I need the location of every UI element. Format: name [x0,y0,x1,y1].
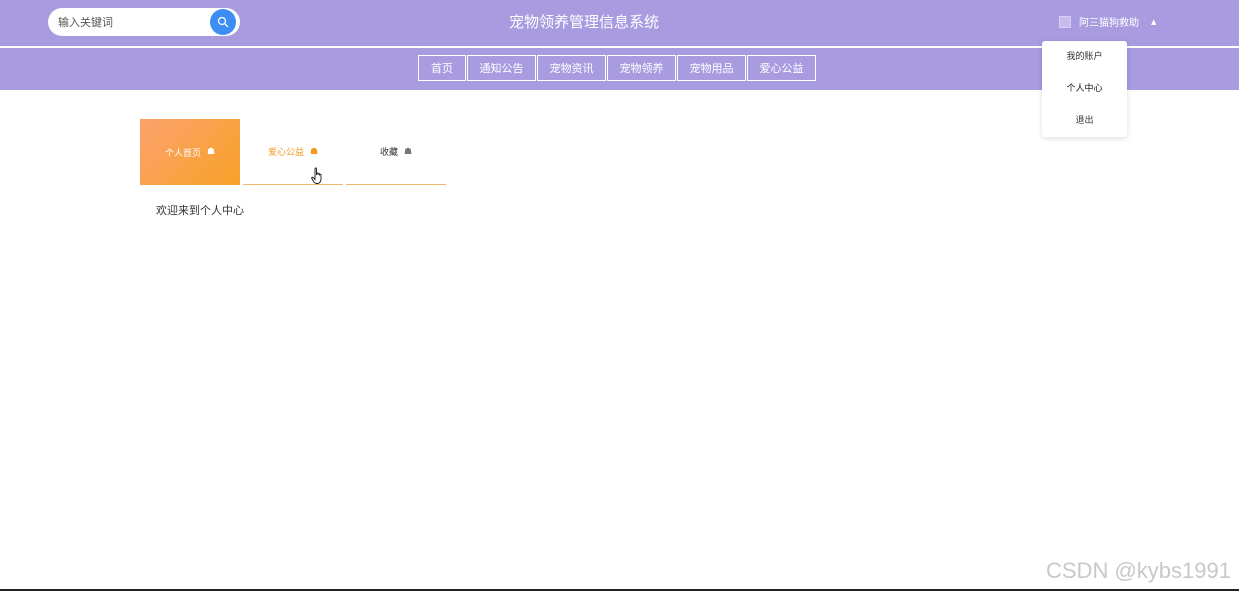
user-dropdown: 我的账户 个人中心 退出 [1042,41,1127,137]
site-title: 宠物领养管理信息系统 [508,13,659,31]
tab-label: 个人首页 [164,148,201,159]
home-icon: ☗ [206,147,216,157]
nav-item-home[interactable]: 首页 [418,55,466,81]
user-name[interactable]: 阿三猫狗救助 [1079,14,1139,29]
home-icon: ☗ [403,146,413,157]
dropdown-item-my-account[interactable]: 我的账户 [1042,41,1127,73]
dropdown-item-logout[interactable]: 退出 [1042,105,1127,137]
nav-item-pet-supplies[interactable]: 宠物用品 [677,55,746,81]
chevron-up-icon[interactable]: ▲ [1151,18,1156,26]
nav-item-charity[interactable]: 爱心公益 [747,55,816,81]
tab-favorites[interactable]: 收藏 ☗ [346,119,446,185]
profile-tabs: 个人首页 ☗ 爱心公益 ☗ 收藏 ☗ [140,119,449,185]
welcome-message: 欢迎来到个人中心 [156,204,244,217]
user-menu[interactable]: 阿三猫狗救助 ▲ [1059,14,1156,29]
home-icon: ☗ [309,146,319,157]
nav-menu: 首页 通知公告 宠物资讯 宠物领养 宠物用品 爱心公益 [418,55,817,81]
nav-item-pet-news[interactable]: 宠物资讯 [537,55,606,81]
watermark: CSDN @kybs1991 [1046,558,1231,583]
tab-label: 爱心公益 [267,148,304,158]
nav-item-notices[interactable]: 通知公告 [467,55,536,81]
nav-item-pet-adoption[interactable]: 宠物领养 [607,55,676,81]
tab-label: 收藏 [379,148,398,158]
tab-personal-home[interactable]: 个人首页 ☗ [140,119,240,185]
avatar [1059,15,1071,28]
dropdown-item-personal-center[interactable]: 个人中心 [1042,73,1127,105]
header-bar: 宠物领养管理信息系统 阿三猫狗救助 ▲ [0,0,1239,46]
tab-charity[interactable]: 爱心公益 ☗ [243,119,343,185]
page: 宠物领养管理信息系统 阿三猫狗救助 ▲ 首页 通知公告 宠物资讯 宠物领养 宠物… [0,0,1239,591]
hand-cursor-icon [311,167,322,184]
